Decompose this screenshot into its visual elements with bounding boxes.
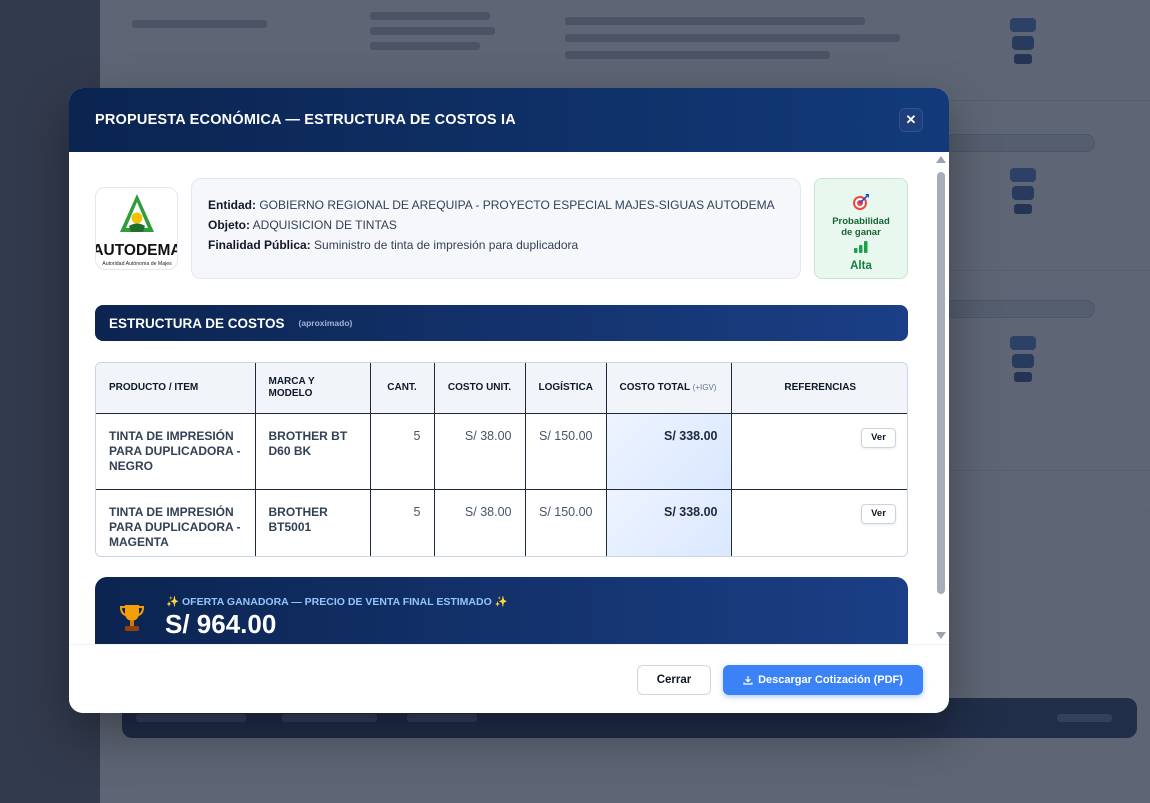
cell-brand: BROTHER BT5001 <box>255 489 371 556</box>
purpose-label: Finalidad Pública: <box>208 238 311 252</box>
close-icon[interactable]: ✕ <box>899 108 923 132</box>
scroll-up-arrow-icon[interactable] <box>936 156 946 163</box>
header-total-note: (+IGV) <box>692 382 717 392</box>
modal-scrollbar[interactable] <box>936 152 946 644</box>
header-logistics: LOGÍSTICA <box>525 363 607 414</box>
cost-structure-header: ESTRUCTURA DE COSTOS (aproximado) <box>95 305 908 341</box>
download-icon <box>743 676 753 685</box>
cell-refs: Ver <box>731 489 907 556</box>
probability-label-2: de ganar <box>841 227 881 238</box>
download-pdf-label: Descargar Cotización (PDF) <box>758 674 903 686</box>
header-total-label: COSTO TOTAL <box>619 381 690 393</box>
section-title: ESTRUCTURA DE COSTOS <box>109 315 285 331</box>
cell-logistics: S/ 150.00 <box>525 489 607 556</box>
cell-qty: 5 <box>370 489 435 556</box>
entity-logo: AUTODEMA Autoridad Autónoma de Majes <box>95 187 178 270</box>
cell-qty: 5 <box>370 413 435 490</box>
svg-text:Autoridad Autónoma de Majes: Autoridad Autónoma de Majes <box>102 261 172 267</box>
table-row: TINTA DE IMPRESIÓN PARA DUPLICADORA - MA… <box>96 489 907 556</box>
object-value: ADQUISICION DE TINTAS <box>252 218 397 232</box>
modal-body: AUTODEMA Autoridad Autónoma de Majes Ent… <box>69 152 949 644</box>
cell-unit-cost: S/ 38.00 <box>434 489 526 556</box>
win-probability-card: Probabilidad de ganar Alta <box>814 178 908 279</box>
cell-product: TINTA DE IMPRESIÓN PARA DUPLICADORA - NE… <box>96 413 256 490</box>
winning-offer-panel: ✨ OFERTA GANADORA — PRECIO DE VENTA FINA… <box>95 577 908 644</box>
cell-total: S/ 338.00 <box>606 489 732 556</box>
tender-info-card: Entidad: GOBIERNO REGIONAL DE AREQUIPA -… <box>191 178 801 279</box>
download-pdf-button[interactable]: Descargar Cotización (PDF) <box>723 665 923 695</box>
scroll-down-arrow-icon[interactable] <box>936 632 946 639</box>
cell-logistics: S/ 150.00 <box>525 413 607 490</box>
header-unit-cost: COSTO UNIT. <box>434 363 526 414</box>
cell-total: S/ 338.00 <box>606 413 732 490</box>
view-reference-button[interactable]: Ver <box>861 503 896 524</box>
purpose-line: Finalidad Pública: Suministro de tinta d… <box>208 235 784 255</box>
cell-refs: Ver <box>731 413 907 490</box>
target-icon <box>853 194 869 210</box>
header-brand: MARCA Y MODELO <box>255 363 371 414</box>
modal-footer: Cerrar Descargar Cotización (PDF) <box>69 644 949 713</box>
entity-line: Entidad: GOBIERNO REGIONAL DE AREQUIPA -… <box>208 195 784 215</box>
header-refs: REFERENCIAS <box>731 363 907 414</box>
trophy-icon <box>119 605 145 631</box>
offer-label: ✨ OFERTA GANADORA — PRECIO DE VENTA FINA… <box>166 596 508 608</box>
cell-brand: BROTHER BT D60 BK <box>255 413 371 490</box>
purpose-value: Suministro de tinta de impresión para du… <box>314 238 579 252</box>
entity-label: Entidad: <box>208 198 256 212</box>
offer-amount: S/ 964.00 <box>165 609 277 639</box>
view-reference-button[interactable]: Ver <box>861 427 896 448</box>
cost-table-container: PRODUCTO / ITEM MARCA Y MODELO CANT. COS… <box>95 362 908 557</box>
autodema-logo: AUTODEMA Autoridad Autónoma de Majes <box>96 194 178 267</box>
cell-product: TINTA DE IMPRESIÓN PARA DUPLICADORA - MA… <box>96 489 256 556</box>
header-product: PRODUCTO / ITEM <box>96 363 256 414</box>
table-row: TINTA DE IMPRESIÓN PARA DUPLICADORA - NE… <box>96 413 907 490</box>
probability-value: Alta <box>850 260 872 272</box>
signal-bars-icon <box>854 241 868 253</box>
probability-label-1: Probabilidad <box>832 216 890 227</box>
scrollbar-thumb[interactable] <box>937 172 945 594</box>
section-subtitle: (aproximado) <box>298 318 353 328</box>
svg-text:AUTODEMA: AUTODEMA <box>96 242 178 259</box>
cost-table: PRODUCTO / ITEM MARCA Y MODELO CANT. COS… <box>96 363 907 556</box>
object-line: Objeto: ADQUISICION DE TINTAS <box>208 215 784 235</box>
cell-unit-cost: S/ 38.00 <box>434 413 526 490</box>
modal-header: PROPUESTA ECONÓMICA — ESTRUCTURA DE COST… <box>69 88 949 152</box>
table-header-row: PRODUCTO / ITEM MARCA Y MODELO CANT. COS… <box>96 363 907 414</box>
header-total: COSTO TOTAL (+IGV) <box>606 363 732 414</box>
cost-proposal-modal: PROPUESTA ECONÓMICA — ESTRUCTURA DE COST… <box>69 88 949 713</box>
header-qty: CANT. <box>370 363 435 414</box>
modal-title: PROPUESTA ECONÓMICA — ESTRUCTURA DE COST… <box>95 112 516 128</box>
object-label: Objeto: <box>208 218 250 232</box>
close-button[interactable]: Cerrar <box>637 665 711 695</box>
entity-value: GOBIERNO REGIONAL DE AREQUIPA - PROYECTO… <box>259 198 775 212</box>
